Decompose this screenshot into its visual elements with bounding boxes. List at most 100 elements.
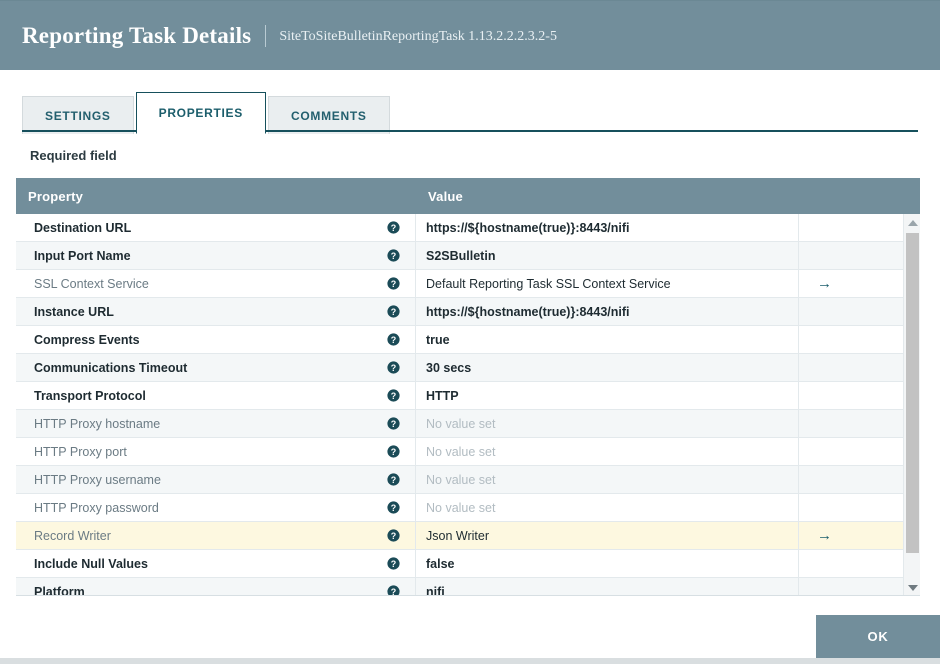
footer-strip xyxy=(0,658,940,664)
property-cell: Record Writer? xyxy=(16,522,416,549)
svg-text:?: ? xyxy=(391,587,396,596)
goto-cell xyxy=(799,326,903,353)
value-cell[interactable]: Json Writer xyxy=(416,522,799,549)
help-circle-icon[interactable]: ? xyxy=(387,417,400,430)
table-row[interactable]: Destination URL? https://${hostname(true)… xyxy=(16,214,903,242)
property-name: Input Port Name xyxy=(34,248,131,263)
svg-text:?: ? xyxy=(391,391,396,401)
table-row[interactable]: Instance URL? https://${hostname(true)}:8… xyxy=(16,298,903,326)
table-row[interactable]: Compress Events? true xyxy=(16,326,903,354)
value-cell[interactable]: https://${hostname(true)}:8443/nifi xyxy=(416,298,799,325)
goto-cell: → xyxy=(799,522,903,549)
goto-cell xyxy=(799,578,903,595)
svg-text:?: ? xyxy=(391,363,396,373)
help-circle-icon[interactable]: ? xyxy=(387,557,400,570)
table-row[interactable]: Platform? nifi xyxy=(16,578,903,596)
help-circle-icon[interactable]: ? xyxy=(387,333,400,346)
table-row[interactable]: SSL Context Service? Default Reporting Ta… xyxy=(16,270,903,298)
help-circle-icon[interactable]: ? xyxy=(387,529,400,542)
property-cell: HTTP Proxy hostname? xyxy=(16,410,416,437)
table-row[interactable]: Input Port Name? S2SBulletin xyxy=(16,242,903,270)
help-circle-icon[interactable]: ? xyxy=(387,501,400,514)
value-cell[interactable]: true xyxy=(416,326,799,353)
vertical-scrollbar[interactable] xyxy=(903,214,920,595)
dialog-header: Reporting Task Details SiteToSiteBulleti… xyxy=(0,0,940,70)
goto-cell: → xyxy=(799,270,903,297)
value-cell[interactable]: Default Reporting Task SSL Context Servi… xyxy=(416,270,799,297)
table-row[interactable]: Communications Timeout? 30 secs xyxy=(16,354,903,382)
property-cell: Destination URL? xyxy=(16,214,416,241)
property-cell: HTTP Proxy password? xyxy=(16,494,416,521)
ok-button[interactable]: OK xyxy=(816,615,940,658)
help-circle-icon[interactable]: ? xyxy=(387,221,400,234)
scrollbar-thumb[interactable] xyxy=(906,233,919,553)
reporting-task-details-dialog: Reporting Task Details SiteToSiteBulleti… xyxy=(0,0,940,664)
svg-text:?: ? xyxy=(391,447,396,457)
property-name: HTTP Proxy password xyxy=(34,500,159,515)
property-cell: HTTP Proxy username? xyxy=(16,466,416,493)
svg-text:?: ? xyxy=(391,475,396,485)
help-circle-icon[interactable]: ? xyxy=(387,277,400,290)
svg-text:?: ? xyxy=(391,223,396,233)
help-circle-icon[interactable]: ? xyxy=(387,473,400,486)
tab-settings[interactable]: SETTINGS xyxy=(22,96,134,134)
property-cell: Platform? xyxy=(16,578,416,596)
value-cell[interactable]: nifi xyxy=(416,578,799,595)
help-circle-icon[interactable]: ? xyxy=(387,305,400,318)
goto-cell xyxy=(799,466,903,493)
value-cell[interactable]: No value set xyxy=(416,466,799,493)
column-header-property: Property xyxy=(28,188,84,204)
scroll-up-button[interactable] xyxy=(904,214,920,231)
table-row[interactable]: Include Null Values? false xyxy=(16,550,903,578)
scroll-down-button[interactable] xyxy=(904,579,920,595)
help-circle-icon[interactable]: ? xyxy=(387,249,400,262)
required-field-legend: Required field xyxy=(30,148,117,163)
property-name: Communications Timeout xyxy=(34,360,188,375)
property-name: Transport Protocol xyxy=(34,388,146,403)
value-cell[interactable]: HTTP xyxy=(416,382,799,409)
property-name: HTTP Proxy hostname xyxy=(34,416,161,431)
property-cell: Input Port Name? xyxy=(16,242,416,269)
chevron-down-icon xyxy=(907,584,918,591)
tab-bar: SETTINGS PROPERTIES COMMENTS xyxy=(0,70,940,134)
help-circle-icon[interactable]: ? xyxy=(387,585,400,596)
table-row[interactable]: Record Writer? Json Writer → xyxy=(16,522,903,550)
table-row[interactable]: HTTP Proxy username? No value set xyxy=(16,466,903,494)
value-cell[interactable]: No value set xyxy=(416,494,799,521)
property-cell: Include Null Values? xyxy=(16,550,416,577)
table-row[interactable]: HTTP Proxy hostname? No value set xyxy=(16,410,903,438)
arrow-right-icon[interactable]: → xyxy=(817,276,832,291)
property-cell: SSL Context Service? xyxy=(16,270,416,297)
table-header-row: Property Value xyxy=(16,178,920,214)
svg-text:?: ? xyxy=(391,531,396,541)
table-row[interactable]: Transport Protocol? HTTP xyxy=(16,382,903,410)
help-circle-icon[interactable]: ? xyxy=(387,445,400,458)
property-name: SSL Context Service xyxy=(34,276,149,291)
value-cell[interactable]: 30 secs xyxy=(416,354,799,381)
value-cell[interactable]: https://${hostname(true)}:8443/nifi xyxy=(416,214,799,241)
goto-cell xyxy=(799,298,903,325)
svg-text:?: ? xyxy=(391,335,396,345)
property-name: HTTP Proxy port xyxy=(34,444,127,459)
property-name: Destination URL xyxy=(34,220,132,235)
value-cell[interactable]: No value set xyxy=(416,438,799,465)
table-row[interactable]: HTTP Proxy port? No value set xyxy=(16,438,903,466)
tab-comments[interactable]: COMMENTS xyxy=(267,96,390,134)
value-cell[interactable]: S2SBulletin xyxy=(416,242,799,269)
goto-cell xyxy=(799,382,903,409)
scrollbar-track[interactable] xyxy=(904,231,920,579)
value-cell[interactable]: No value set xyxy=(416,410,799,437)
help-circle-icon[interactable]: ? xyxy=(387,361,400,374)
value-cell[interactable]: false xyxy=(416,550,799,577)
table-row[interactable]: HTTP Proxy password? No value set xyxy=(16,494,903,522)
column-header-value: Value xyxy=(428,188,463,204)
property-rows: Destination URL? https://${hostname(true)… xyxy=(16,214,903,596)
property-name: Compress Events xyxy=(34,332,140,347)
svg-text:?: ? xyxy=(391,307,396,317)
help-circle-icon[interactable]: ? xyxy=(387,389,400,402)
tab-properties[interactable]: PROPERTIES xyxy=(135,92,266,134)
properties-table: Property Value Destination URL? https://$… xyxy=(16,178,920,596)
property-name: Platform xyxy=(34,584,85,596)
svg-text:?: ? xyxy=(391,251,396,261)
arrow-right-icon[interactable]: → xyxy=(817,528,832,543)
